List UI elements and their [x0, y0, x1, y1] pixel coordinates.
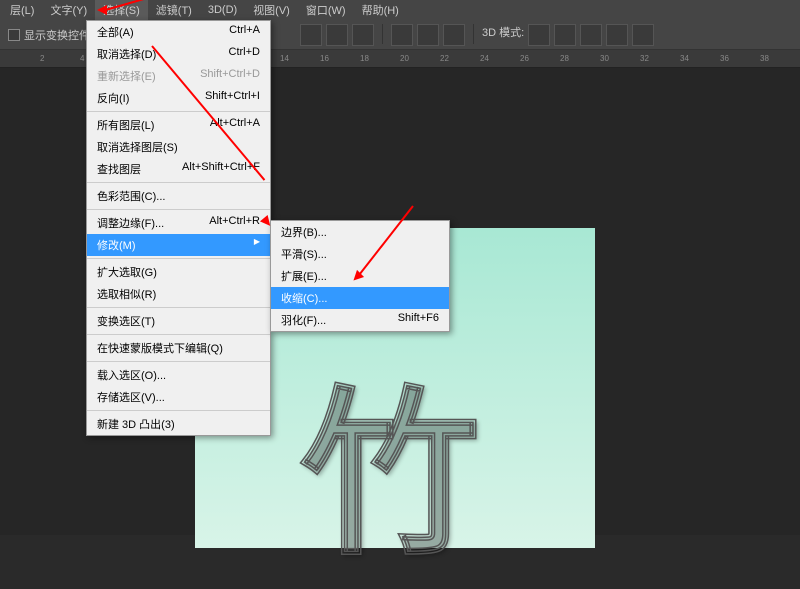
mode-label: 3D 模式:	[482, 24, 524, 46]
show-transform-label: 显示变换控件	[24, 27, 90, 43]
separator	[87, 258, 270, 259]
separator	[473, 24, 474, 44]
separator	[87, 334, 270, 335]
menu-inverse[interactable]: 反向(I)Shift+Ctrl+I	[87, 87, 270, 109]
menu-help[interactable]: 帮助(H)	[354, 0, 407, 20]
menu-modify[interactable]: 修改(M)▶	[87, 234, 270, 256]
menu-filter[interactable]: 滤镜(T)	[148, 0, 200, 20]
chevron-right-icon: ▶	[254, 237, 260, 253]
separator	[87, 209, 270, 210]
menu-window[interactable]: 窗口(W)	[298, 0, 354, 20]
align-icon-5[interactable]	[417, 24, 439, 46]
align-icon-6[interactable]	[443, 24, 465, 46]
separator	[87, 182, 270, 183]
separator	[87, 361, 270, 362]
submenu-smooth[interactable]: 平滑(S)...	[271, 243, 449, 265]
mode-icon-2[interactable]	[554, 24, 576, 46]
menu-grow[interactable]: 扩大选取(G)	[87, 261, 270, 283]
menu-color-range[interactable]: 色彩范围(C)...	[87, 185, 270, 207]
menu-find-layers[interactable]: 查找图层Alt+Shift+Ctrl+F	[87, 158, 270, 180]
menu-layer[interactable]: 层(L)	[2, 0, 42, 20]
menu-all[interactable]: 全部(A)Ctrl+A	[87, 21, 270, 43]
align-icon-4[interactable]	[391, 24, 413, 46]
menu-save-selection[interactable]: 存储选区(V)...	[87, 386, 270, 408]
annotation-arrow-head-1	[97, 5, 107, 15]
submenu-feather[interactable]: 羽化(F)...Shift+F6	[271, 309, 449, 331]
separator	[87, 410, 270, 411]
mode-icon-5[interactable]	[632, 24, 654, 46]
align-icon-3[interactable]	[352, 24, 374, 46]
main-menubar: 层(L) 文字(Y) 选择(S) 滤镜(T) 3D(D) 视图(V) 窗口(W)…	[0, 0, 800, 20]
align-icon-2[interactable]	[326, 24, 348, 46]
menu-transform-selection[interactable]: 变换选区(T)	[87, 310, 270, 332]
menu-new-3d-extrusion[interactable]: 新建 3D 凸出(3)	[87, 413, 270, 435]
menu-text[interactable]: 文字(Y)	[42, 0, 95, 20]
mode-icon-4[interactable]	[606, 24, 628, 46]
menu-all-layers[interactable]: 所有图层(L)Alt+Ctrl+A	[87, 114, 270, 136]
separator	[87, 307, 270, 308]
separator	[87, 111, 270, 112]
mode-icon-3[interactable]	[580, 24, 602, 46]
menu-refine-edge[interactable]: 调整边缘(F)...Alt+Ctrl+R	[87, 212, 270, 234]
submenu-border[interactable]: 边界(B)...	[271, 221, 449, 243]
show-transform-checkbox[interactable]	[8, 29, 20, 41]
align-icon-1[interactable]	[300, 24, 322, 46]
select-menu-dropdown: 全部(A)Ctrl+A 取消选择(D)Ctrl+D 重新选择(E)Shift+C…	[86, 20, 271, 436]
mode-icon-1[interactable]	[528, 24, 550, 46]
menu-3d[interactable]: 3D(D)	[200, 2, 245, 18]
submenu-contract[interactable]: 收缩(C)...	[271, 287, 449, 309]
menu-deselect[interactable]: 取消选择(D)Ctrl+D	[87, 43, 270, 65]
character-selection: 竹	[300, 328, 480, 589]
menu-similar[interactable]: 选取相似(R)	[87, 283, 270, 305]
menu-load-selection[interactable]: 载入选区(O)...	[87, 364, 270, 386]
menu-view[interactable]: 视图(V)	[245, 0, 298, 20]
separator	[382, 24, 383, 44]
menu-quick-mask[interactable]: 在快速蒙版模式下编辑(Q)	[87, 337, 270, 359]
